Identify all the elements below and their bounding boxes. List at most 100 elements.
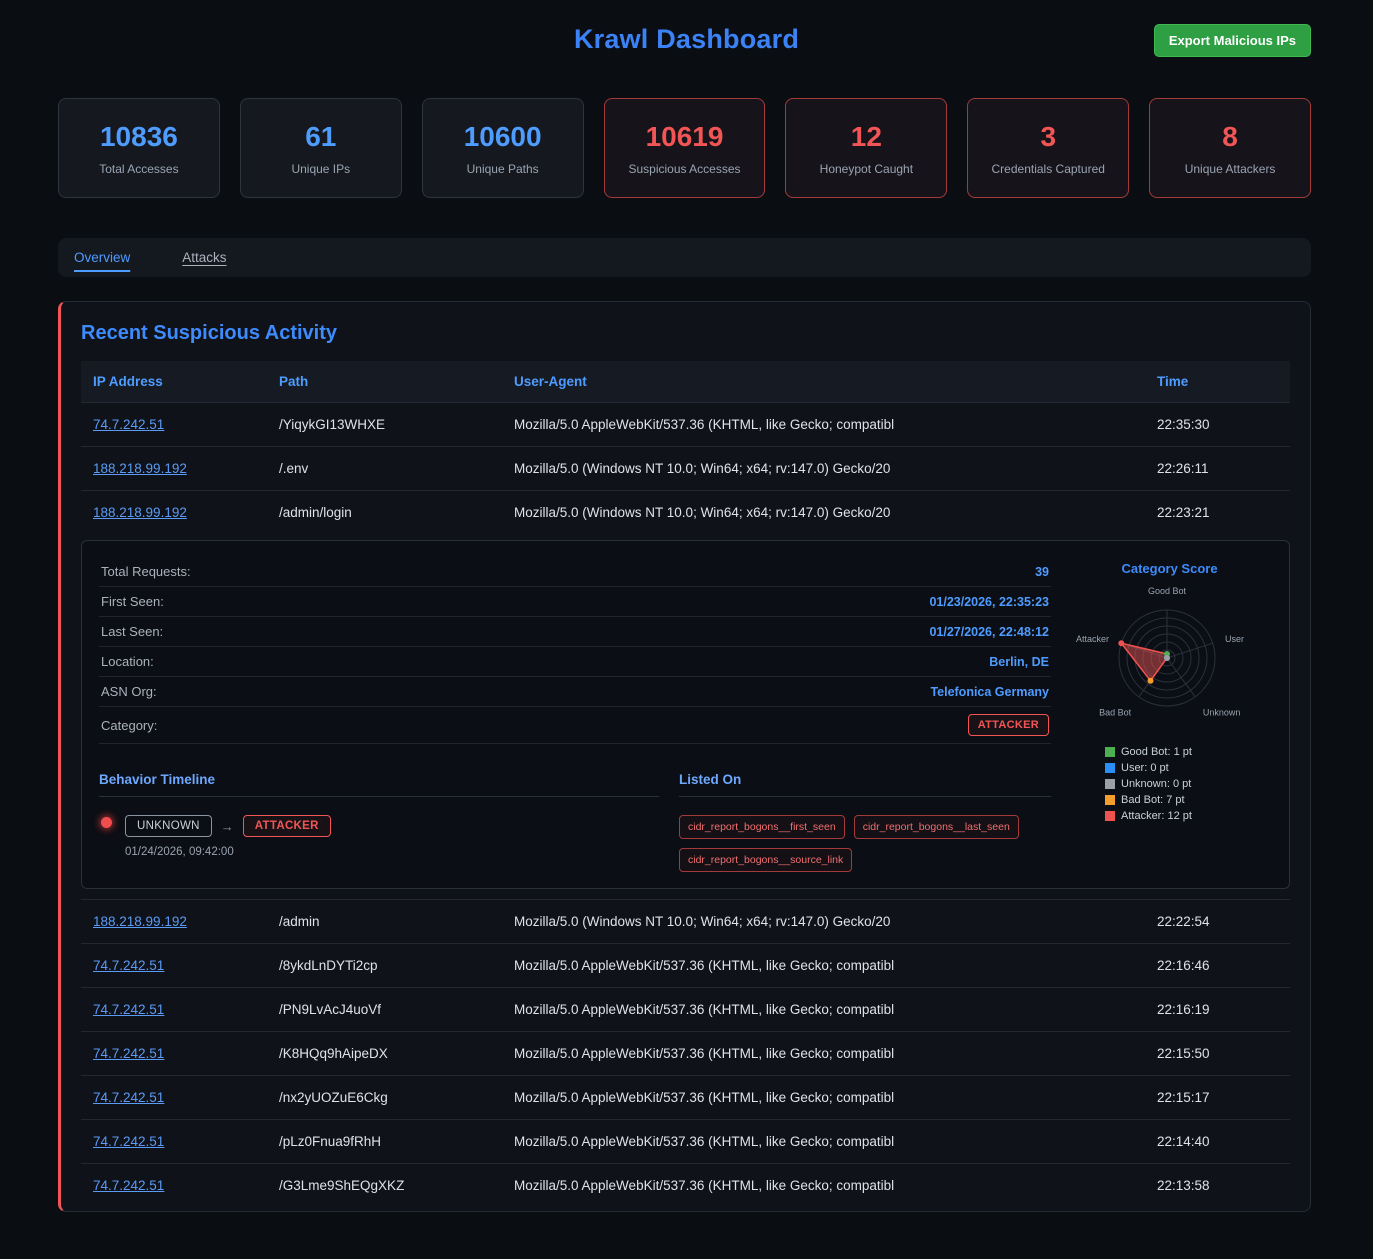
ip-address-link[interactable]: 74.7.242.51 — [93, 958, 164, 973]
detail-field-value: 01/27/2026, 22:48:12 — [929, 625, 1049, 639]
legend-swatch — [1105, 811, 1115, 821]
export-malicious-ips-button[interactable]: Export Malicious IPs — [1154, 24, 1311, 57]
behavior-timeline-title: Behavior Timeline — [99, 772, 659, 797]
ip-address-link[interactable]: 188.218.99.192 — [93, 461, 187, 476]
ip-address-link[interactable]: 74.7.242.51 — [93, 1002, 164, 1017]
stat-value: 10836 — [67, 121, 211, 153]
time-cell: 22:22:54 — [1145, 900, 1290, 944]
detail-field-label: Location: — [101, 654, 154, 669]
ip-address-link[interactable]: 74.7.242.51 — [93, 1046, 164, 1061]
legend-swatch — [1105, 763, 1115, 773]
table-row[interactable]: 188.218.99.192 /admin/login Mozilla/5.0 … — [81, 491, 1290, 535]
legend-swatch — [1105, 779, 1115, 789]
panel-title: Recent Suspicious Activity — [81, 322, 1290, 345]
listed-on-title: Listed On — [679, 772, 1051, 797]
detail-field-label: First Seen: — [101, 594, 164, 609]
legend-item: Bad Bot: 7 pt — [1105, 794, 1272, 806]
stat-label: Unique Attackers — [1158, 162, 1302, 176]
listed-on-badge-list: cidr_report_bogons__first_seen cidr_repor… — [679, 815, 1051, 872]
stat-label: Credentials Captured — [976, 162, 1120, 176]
table-row[interactable]: 74.7.242.51 /PN9LvAcJ4uoVf Mozilla/5.0 A… — [81, 988, 1290, 1032]
suspicious-activity-panel: Recent Suspicious Activity IP Address Pa… — [58, 301, 1311, 1212]
stat-card: 61 Unique IPs — [240, 98, 402, 198]
listed-on-badge[interactable]: cidr_report_bogons__last_seen — [854, 815, 1019, 839]
table-row[interactable]: 188.218.99.192 /.env Mozilla/5.0 (Window… — [81, 447, 1290, 491]
stat-card: 12 Honeypot Caught — [785, 98, 947, 198]
stat-label: Unique Paths — [431, 162, 575, 176]
activity-table-continued: 188.218.99.192 /admin Mozilla/5.0 (Windo… — [81, 899, 1290, 1207]
table-row[interactable]: 74.7.242.51 /G3Lme9ShEQgXKZ Mozilla/5.0 … — [81, 1164, 1290, 1208]
time-cell: 22:15:50 — [1145, 1032, 1290, 1076]
svg-text:Good Bot: Good Bot — [1148, 586, 1187, 596]
legend-label: Unknown: 0 pt — [1121, 778, 1191, 790]
detail-field-value: 01/23/2026, 22:35:23 — [929, 595, 1049, 609]
time-cell: 22:35:30 — [1145, 403, 1290, 447]
path-cell: /admin — [267, 900, 502, 944]
category-score-chart-area: Category Score Good BotUserUnknownBad Bo… — [1067, 557, 1272, 872]
stat-label: Suspicious Accesses — [613, 162, 757, 176]
detail-field-label: Last Seen: — [101, 624, 163, 639]
time-cell: 22:23:21 — [1145, 491, 1290, 535]
ip-address-link[interactable]: 74.7.242.51 — [93, 1090, 164, 1105]
path-cell: /nx2yUOZuE6Ckg — [267, 1076, 502, 1120]
table-row[interactable]: 74.7.242.51 /K8HQq9hAipeDX Mozilla/5.0 A… — [81, 1032, 1290, 1076]
ip-address-link[interactable]: 74.7.242.51 — [93, 1134, 164, 1149]
detail-field-label: ASN Org: — [101, 684, 157, 699]
detail-field-row: ASN Org: Telefonica Germany — [99, 677, 1051, 707]
listed-on-badge[interactable]: cidr_report_bogons__first_seen — [679, 815, 845, 839]
legend-swatch — [1105, 747, 1115, 757]
detail-field-row: Category: ATTACKER — [99, 707, 1051, 744]
chart-legend: Good Bot: 1 pt User: 0 pt Unknown: 0 pt Bad… — [1105, 746, 1272, 822]
detail-field-row: Last Seen: 01/27/2026, 22:48:12 — [99, 617, 1051, 647]
table-row[interactable]: 74.7.242.51 /8ykdLnDYTi2cp Mozilla/5.0 A… — [81, 944, 1290, 988]
ip-address-link[interactable]: 188.218.99.192 — [93, 505, 187, 520]
table-row[interactable]: 188.218.99.192 /admin Mozilla/5.0 (Windo… — [81, 900, 1290, 944]
detail-field-value: ATTACKER — [968, 714, 1049, 736]
path-cell: /K8HQq9hAipeDX — [267, 1032, 502, 1076]
legend-item: User: 0 pt — [1105, 762, 1272, 774]
timeline-dot-icon — [101, 817, 112, 828]
stat-label: Honeypot Caught — [794, 162, 938, 176]
header: Krawl Dashboard Export Malicious IPs — [0, 0, 1373, 72]
stat-card: 10619 Suspicious Accesses — [604, 98, 766, 198]
detail-field-value: 39 — [1035, 565, 1049, 579]
timeline-timestamp: 01/24/2026, 09:42:00 — [125, 846, 659, 858]
legend-label: User: 0 pt — [1121, 762, 1169, 774]
ip-detail-panel: Total Requests: 39 First Seen: 01/23/202… — [81, 540, 1290, 889]
stat-value: 10600 — [431, 121, 575, 153]
page: Krawl Dashboard Export Malicious IPs 108… — [0, 0, 1373, 1259]
tab-attacks[interactable]: Attacks — [182, 250, 226, 265]
user-agent-cell: Mozilla/5.0 AppleWebKit/537.36 (KHTML, l… — [502, 944, 1145, 988]
tab-overview[interactable]: Overview — [74, 250, 130, 265]
ip-address-link[interactable]: 74.7.242.51 — [93, 417, 164, 432]
stat-value: 12 — [794, 121, 938, 153]
stat-card: 8 Unique Attackers — [1149, 98, 1311, 198]
behavior-timeline-section: Behavior Timeline UNKNOWN → ATTACKER 01/… — [99, 772, 659, 872]
col-header-user-agent: User-Agent — [502, 361, 1145, 403]
radar-chart: Good BotUserUnknownBad BotAttacker — [1067, 580, 1272, 732]
listed-on-badge[interactable]: cidr_report_bogons__source_link — [679, 848, 852, 872]
path-cell: /PN9LvAcJ4uoVf — [267, 988, 502, 1032]
legend-item: Unknown: 0 pt — [1105, 778, 1272, 790]
path-cell: /pLz0Fnua9fRhH — [267, 1120, 502, 1164]
table-row[interactable]: 74.7.242.51 /YiqykGI13WHXE Mozilla/5.0 A… — [81, 403, 1290, 447]
path-cell: /G3Lme9ShEQgXKZ — [267, 1164, 502, 1208]
svg-text:Bad Bot: Bad Bot — [1099, 707, 1132, 717]
table-row[interactable]: 74.7.242.51 /nx2yUOZuE6Ckg Mozilla/5.0 A… — [81, 1076, 1290, 1120]
table-row[interactable]: 74.7.242.51 /pLz0Fnua9fRhH Mozilla/5.0 A… — [81, 1120, 1290, 1164]
ip-address-link[interactable]: 74.7.242.51 — [93, 1178, 164, 1193]
detail-field-label: Total Requests: — [101, 564, 191, 579]
stat-value: 3 — [976, 121, 1120, 153]
user-agent-cell: Mozilla/5.0 (Windows NT 10.0; Win64; x64… — [502, 447, 1145, 491]
time-cell: 22:14:40 — [1145, 1120, 1290, 1164]
legend-item: Good Bot: 1 pt — [1105, 746, 1272, 758]
path-cell: /admin/login — [267, 491, 502, 535]
user-agent-cell: Mozilla/5.0 AppleWebKit/537.36 (KHTML, l… — [502, 1120, 1145, 1164]
stat-label: Unique IPs — [249, 162, 393, 176]
timeline-from-badge: UNKNOWN — [125, 815, 212, 837]
stat-card: 3 Credentials Captured — [967, 98, 1129, 198]
ip-address-link[interactable]: 188.218.99.192 — [93, 914, 187, 929]
timeline-to-badge: ATTACKER — [243, 815, 331, 837]
detail-field-value: Telefonica Germany — [930, 685, 1049, 699]
detail-field-row: First Seen: 01/23/2026, 22:35:23 — [99, 587, 1051, 617]
